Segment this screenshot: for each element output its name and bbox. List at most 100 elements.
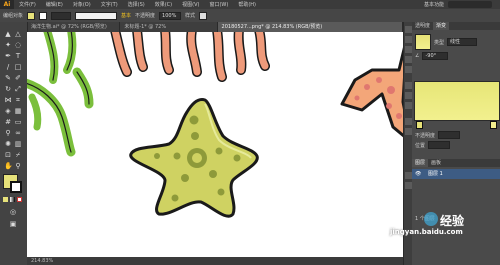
selection-type-label: 编组对象: [3, 13, 24, 19]
menu-edit[interactable]: 编辑(E): [41, 1, 68, 8]
mesh-tool-icon[interactable]: #: [4, 118, 12, 126]
stroke-style-label[interactable]: 基本: [121, 12, 131, 19]
zoom-level[interactable]: 214.83%: [31, 258, 53, 264]
menu-window[interactable]: 窗口(W): [204, 1, 233, 8]
eye-icon[interactable]: 👁: [415, 169, 421, 179]
gradient-angle-field[interactable]: -90°: [422, 52, 449, 60]
gradient-location-row: 位置: [412, 140, 453, 150]
tab-document-2[interactable]: 未标题-1* @ 72%: [120, 22, 218, 32]
artboard-tool-icon[interactable]: ⊡: [4, 151, 12, 159]
gradient-type-dropdown[interactable]: 线性: [447, 38, 478, 46]
gradient-angle-row: ∠ -90°: [412, 51, 500, 61]
graphic-style-swatch[interactable]: [199, 11, 208, 20]
selection-tool-icon[interactable]: ▲: [4, 30, 12, 38]
tab-gradient[interactable]: 渐变: [433, 22, 450, 30]
type-tool-icon[interactable]: T: [14, 52, 22, 60]
app-logo: Ai: [0, 0, 14, 9]
gradient-location-field[interactable]: [428, 141, 451, 149]
line-tool-icon[interactable]: /: [4, 63, 12, 71]
menu-file[interactable]: 文件(F): [14, 1, 41, 8]
opacity-field[interactable]: 100%: [159, 11, 182, 20]
menu-effect[interactable]: 效果(C): [150, 1, 177, 8]
eyedropper-tool-icon[interactable]: ⚲: [4, 129, 12, 137]
symbol-sprayer-tool-icon[interactable]: ✺: [4, 140, 12, 148]
transparency-panel-icon[interactable]: [405, 102, 412, 109]
swatches-panel-icon[interactable]: [405, 46, 412, 53]
search-field[interactable]: [448, 1, 492, 8]
fill-swatch[interactable]: [27, 11, 36, 20]
gradient-slider[interactable]: [414, 81, 500, 121]
tab-transparency[interactable]: 透明度: [412, 22, 433, 30]
none-mode-swatch[interactable]: [17, 197, 22, 202]
seaweed: [27, 32, 94, 157]
stroke-panel-icon[interactable]: [405, 82, 412, 89]
shape-builder-tool-icon[interactable]: ◈: [4, 107, 12, 115]
gradient-type-row: 类型 线性: [412, 33, 500, 51]
artboards-panel-icon[interactable]: [405, 182, 412, 189]
graphic-styles-panel-icon[interactable]: [405, 128, 412, 135]
gradient-stop-left[interactable]: [416, 121, 423, 129]
direct-selection-tool-icon[interactable]: △: [14, 30, 22, 38]
stroke-color-box[interactable]: [10, 181, 22, 193]
lasso-tool-icon[interactable]: ◌: [14, 41, 22, 49]
brushes-panel-icon[interactable]: [405, 56, 412, 63]
menu-type[interactable]: 文字(T): [96, 1, 123, 8]
watermark-logo-icon: [424, 212, 438, 226]
tools-panel: ▲ △ ✦ ◌ ✒ T / □ ✎ ✐ ↻ ⤢ ⋈ ⌗ ◈ ▦ # ▭ ⚲ ∞ …: [0, 22, 28, 265]
paintbrush-tool-icon[interactable]: ✎: [4, 74, 12, 82]
draw-mode-icon[interactable]: ◎: [9, 208, 17, 216]
artboard-canvas[interactable]: [27, 32, 403, 257]
rectangle-tool-icon[interactable]: □: [14, 63, 22, 71]
opacity-label: 不透明度: [135, 13, 156, 19]
menu-help[interactable]: 帮助(H): [233, 1, 261, 8]
scale-tool-icon[interactable]: ⤢: [14, 85, 22, 93]
symbols-panel-icon[interactable]: [405, 66, 412, 73]
hand-tool-icon[interactable]: ✋: [4, 162, 13, 170]
layers-panel-icon[interactable]: [405, 172, 412, 179]
workspace-switcher[interactable]: 基本功能: [424, 1, 444, 8]
color-panel-icon[interactable]: [405, 26, 412, 33]
color-guide-panel-icon[interactable]: [405, 36, 412, 43]
opacity-label-panel: 不透明度: [415, 132, 436, 139]
color-mode-swatch[interactable]: [3, 197, 8, 202]
blend-tool-icon[interactable]: ∞: [14, 129, 22, 137]
stroke-swatch[interactable]: [39, 11, 48, 20]
stroke-weight-field[interactable]: [51, 11, 72, 20]
screen-mode-icon[interactable]: ▣: [9, 220, 17, 228]
free-transform-tool-icon[interactable]: ⌗: [14, 96, 22, 104]
document-tabs: 海洋生物.ai* @ 72% (RGB/预览) 未标题-1* @ 72% 201…: [27, 22, 403, 32]
tab-document-3[interactable]: 20180527...png* @ 214.83% (RGB/预览): [217, 22, 403, 32]
status-bar: 214.83%: [27, 257, 403, 265]
width-tool-icon[interactable]: ⋈: [4, 96, 12, 104]
gradient-opacity-field[interactable]: [438, 131, 461, 139]
graph-tool-icon[interactable]: ▥: [14, 140, 22, 148]
pencil-tool-icon[interactable]: ✐: [14, 74, 22, 82]
gradient-panel-icon[interactable]: [405, 92, 412, 99]
pen-tool-icon[interactable]: ✒: [4, 52, 12, 60]
tab-document-1[interactable]: 海洋生物.ai* @ 72% (RGB/预览): [27, 22, 121, 32]
appearance-panel-icon[interactable]: [405, 118, 412, 125]
gradient-thumbnail[interactable]: [415, 34, 431, 50]
angle-icon: ∠: [415, 53, 420, 59]
gradient-mode-swatch[interactable]: [10, 197, 15, 202]
menu-select[interactable]: 选择(S): [123, 1, 150, 8]
gradient-tool-icon[interactable]: ▭: [14, 118, 22, 126]
rotate-tool-icon[interactable]: ↻: [4, 85, 12, 93]
gradient-stop-right[interactable]: [490, 121, 497, 129]
zoom-tool-icon[interactable]: ⚲: [14, 162, 22, 170]
menu-view[interactable]: 视图(V): [177, 1, 204, 8]
tab-layers[interactable]: 图层: [412, 159, 429, 167]
orange-starfish: [340, 47, 403, 138]
watermark-site: jingyan.baidu.com: [390, 228, 463, 236]
layers-panel-header: 图层 画板: [412, 159, 500, 167]
menu-object[interactable]: 对象(O): [68, 1, 96, 8]
tab-artboards[interactable]: 画板: [428, 159, 444, 167]
layer-row[interactable]: 👁 图层 1: [412, 169, 500, 179]
stroke-profile-dropdown[interactable]: [75, 11, 118, 20]
gradient-panel-header: 透明度 渐变: [412, 22, 500, 30]
perspective-grid-tool-icon[interactable]: ▦: [14, 107, 22, 115]
magic-wand-tool-icon[interactable]: ✦: [4, 41, 12, 49]
control-bar: 编组对象 基本 不透明度 100% 样式: [0, 9, 500, 22]
slice-tool-icon[interactable]: ⌿: [14, 151, 22, 159]
style-label: 样式: [185, 13, 196, 19]
